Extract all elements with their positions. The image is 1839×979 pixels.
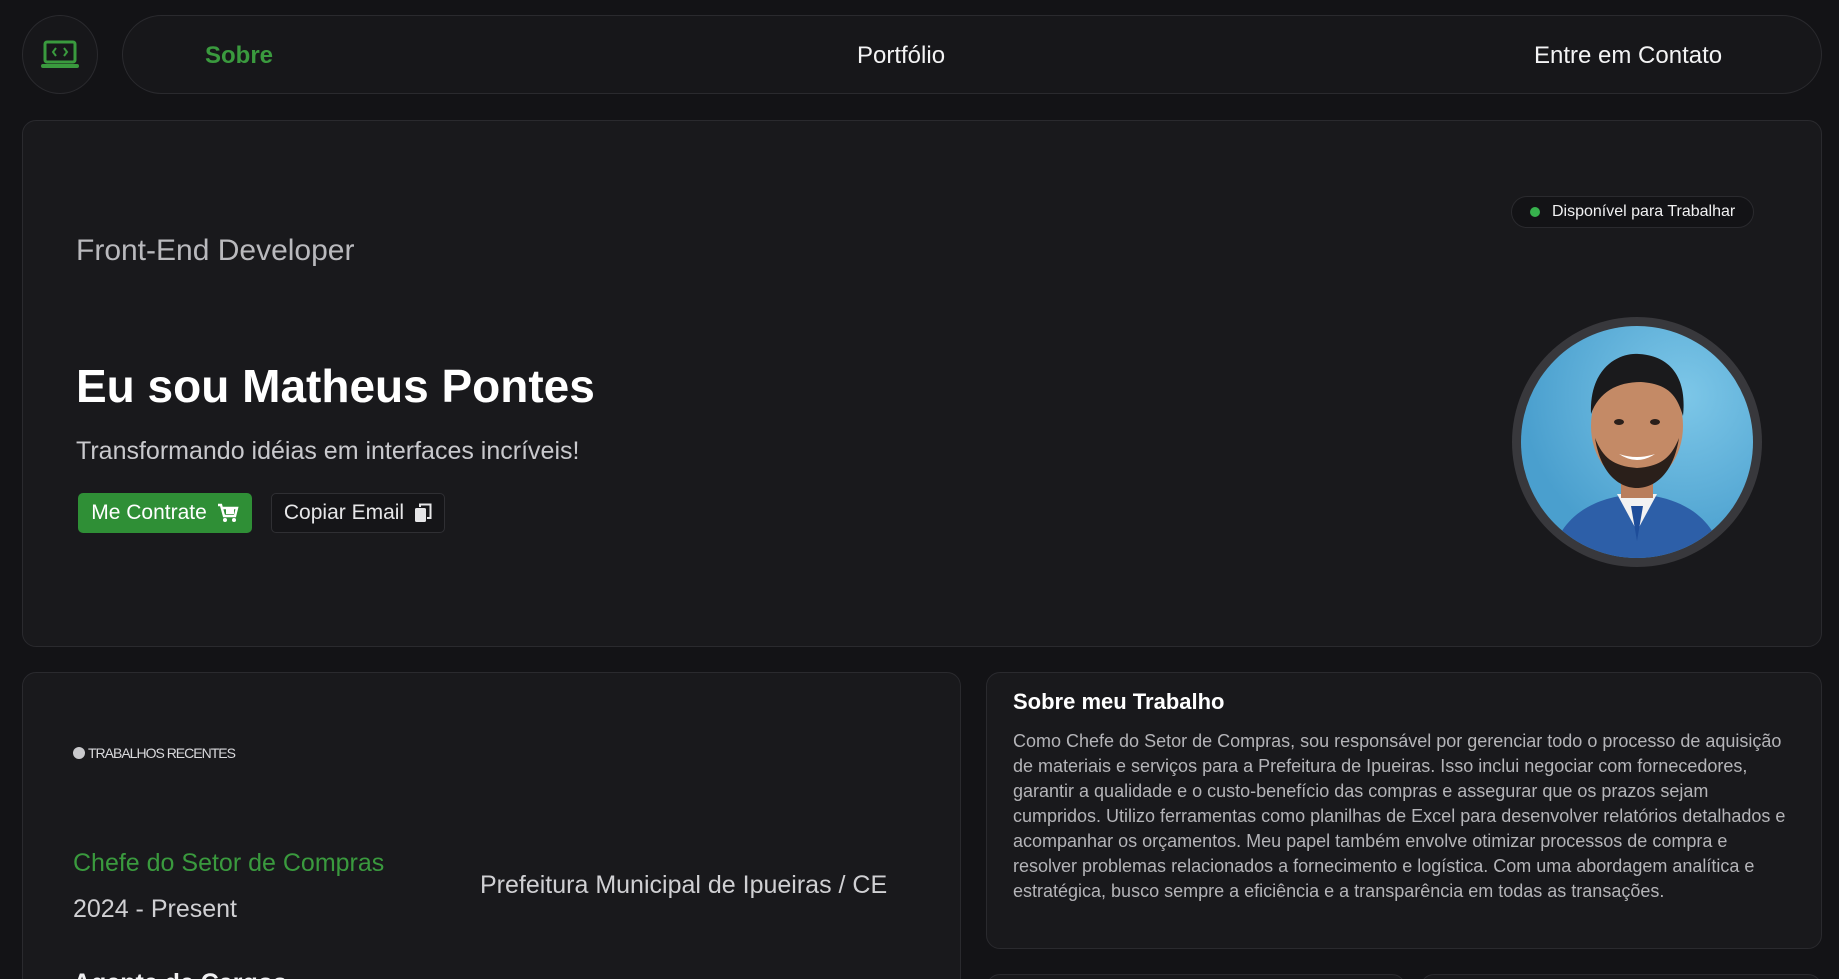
cart-icon	[217, 503, 239, 522]
avatar	[1512, 317, 1762, 567]
stats-card	[986, 974, 1406, 979]
hire-me-button[interactable]: Me Contrate	[78, 493, 252, 533]
job-period: 2024 - Present	[73, 895, 237, 923]
copy-email-label: Copiar Email	[283, 501, 405, 524]
role-subtitle: Front-End Developer	[76, 234, 355, 267]
status-badge: Disponível para Trabalhar	[1511, 196, 1755, 228]
portfolio-page: Sobre Portfólio Entre em Contato Front-E…	[0, 0, 1839, 979]
logo-button[interactable]	[22, 15, 98, 94]
job-company: Prefeitura Municipal de Ipueiras / CE	[480, 871, 888, 899]
stats-card	[1420, 974, 1822, 979]
copy-icon	[415, 503, 432, 522]
job-title: Chefe do Setor de Compras	[73, 849, 385, 877]
laptop-code-icon	[41, 40, 79, 68]
hire-me-label: Me Contrate	[91, 501, 207, 524]
profile-portrait-icon	[1551, 353, 1723, 558]
hero-card: Front-End Developer Eu sou Matheus Ponte…	[22, 120, 1822, 647]
avatar-photo	[1521, 326, 1753, 558]
job-title: Agente de Cargos	[73, 969, 287, 979]
page-title: Eu sou Matheus Pontes	[76, 360, 595, 412]
status-dot-icon	[1530, 207, 1540, 217]
status-text: Disponível para Trabalhar	[1552, 203, 1736, 220]
main-nav: Sobre Portfólio Entre em Contato	[122, 15, 1822, 94]
copy-email-button[interactable]: Copiar Email	[271, 493, 445, 533]
recent-work-card: TRABALHOS RECENTES Chefe do Setor de Com…	[22, 672, 961, 979]
nav-link-contact[interactable]: Entre em Contato	[1534, 16, 1722, 95]
nav-link-portfolio[interactable]: Portfólio	[857, 16, 945, 95]
section-tag: TRABALHOS RECENTES	[73, 745, 236, 761]
about-work-card: Sobre meu Trabalho Como Chefe do Setor d…	[986, 672, 1822, 949]
bullet-dot-icon	[73, 747, 85, 759]
section-tag-label: TRABALHOS RECENTES	[88, 745, 236, 761]
tagline: Transformando idéias em interfaces incrí…	[76, 437, 580, 465]
nav-link-about[interactable]: Sobre	[205, 16, 273, 95]
about-description: Como Chefe do Setor de Compras, sou resp…	[1013, 731, 1786, 901]
about-title: Sobre meu Trabalho	[1013, 689, 1225, 714]
